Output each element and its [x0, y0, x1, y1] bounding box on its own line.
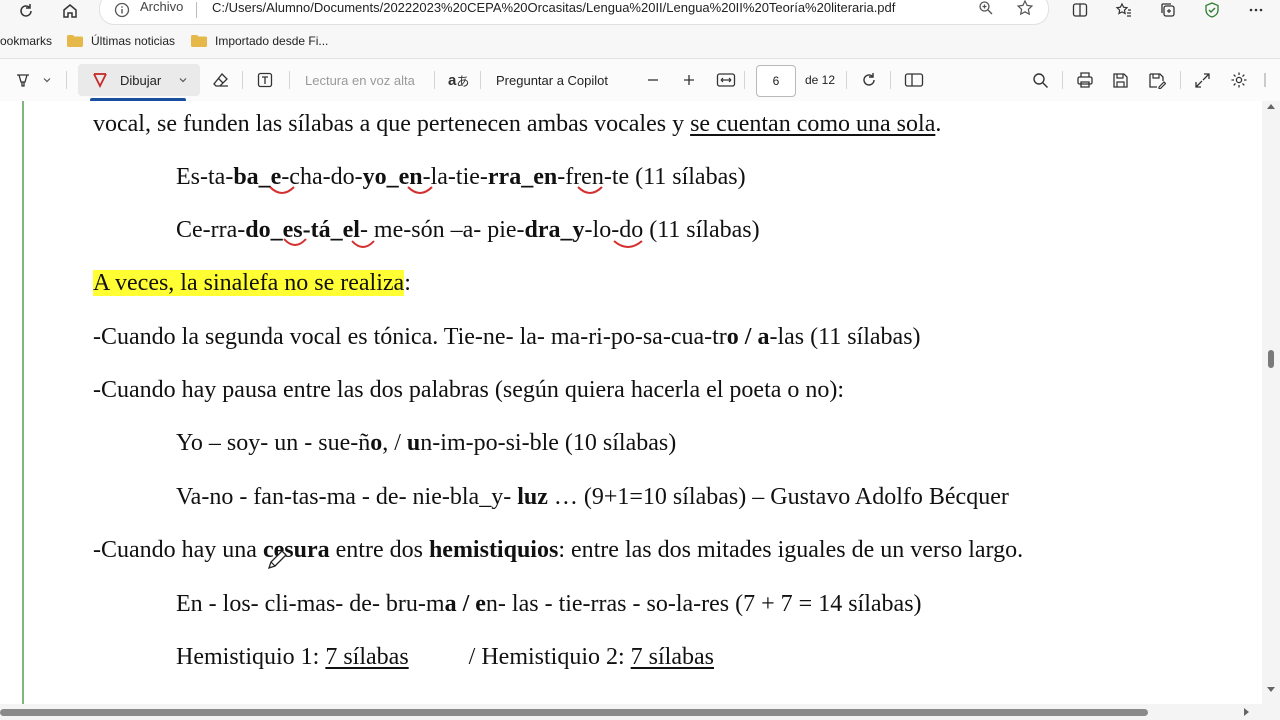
toolbar-overflow-icon[interactable] [1264, 59, 1272, 101]
home-icon[interactable] [56, 0, 84, 22]
vertical-scrollbar[interactable] [1262, 101, 1280, 704]
toolbar-divider [1180, 71, 1181, 89]
toolbar-divider [890, 71, 891, 89]
address-bar[interactable]: Archivo C:/Users/Alumno/Documents/202220… [100, 0, 1048, 24]
page-total-label: de 12 [805, 73, 836, 87]
save-as-icon[interactable] [1148, 59, 1166, 101]
bookmark-item-bookmarks[interactable]: ookmarks [0, 34, 52, 48]
bookmarks-bar: ookmarks Últimas noticias Importado desd… [0, 28, 1280, 59]
scrollbar-corner [1262, 704, 1280, 720]
toolbar-divider [744, 71, 745, 89]
ink-annotations [269, 186, 643, 248]
draw-pen-icon [92, 59, 108, 101]
address-bar-row: Archivo C:/Users/Alumno/Documents/202220… [0, 0, 1280, 28]
toolbar-divider [242, 71, 243, 89]
toolbar-divider [66, 71, 67, 89]
more-menu-icon[interactable] [1242, 0, 1270, 20]
page-view-icon[interactable] [904, 59, 924, 101]
info-icon[interactable] [114, 2, 130, 23]
ink-mark [269, 186, 295, 194]
fit-width-icon[interactable] [716, 59, 736, 101]
refresh-icon[interactable] [12, 0, 40, 22]
toolbar-divider [1062, 71, 1063, 89]
scroll-down-icon[interactable] [1267, 687, 1275, 693]
favorite-star-icon[interactable] [1016, 0, 1034, 22]
favorites-icon[interactable] [1110, 0, 1138, 20]
ink-mark [577, 186, 603, 194]
draw-label[interactable]: Dibujar [120, 59, 161, 101]
pdf-toolbar: Dibujar Lectura en voz alta aあ Preguntar… [0, 59, 1280, 102]
translate-icon[interactable]: aあ [448, 59, 469, 101]
toolbar-divider [289, 71, 290, 89]
ink-mark [351, 240, 375, 248]
pen-cursor-icon [267, 550, 287, 570]
toolbar-divider [846, 71, 847, 89]
browser-essentials-icon[interactable] [1198, 0, 1226, 20]
zoom-in-icon[interactable] [682, 59, 696, 101]
eraser-icon[interactable] [212, 59, 230, 101]
toolbar-divider [434, 71, 435, 89]
toolbar-divider [480, 71, 481, 89]
zoom-out-icon[interactable] [646, 59, 660, 101]
scroll-right-icon[interactable] [1244, 708, 1250, 716]
settings-gear-icon[interactable] [1230, 59, 1248, 101]
bookmark-item-importado[interactable]: Importado desde Fi... [215, 34, 328, 48]
horizontal-scrollbar[interactable] [0, 704, 1262, 720]
fullscreen-icon[interactable] [1194, 59, 1211, 101]
ink-mark [407, 186, 433, 194]
divider [196, 2, 197, 18]
scroll-up-icon[interactable] [1267, 103, 1275, 109]
vertical-scroll-thumb[interactable] [1268, 350, 1274, 368]
ink-mark [283, 238, 307, 246]
ask-copilot-button[interactable]: Preguntar a Copilot [496, 59, 608, 101]
read-aloud-button[interactable]: Lectura en voz alta [305, 59, 415, 101]
archivo-label: Archivo [140, 0, 184, 14]
folder-icon [67, 35, 83, 47]
page-number-input[interactable]: 6 [756, 65, 796, 97]
bookmark-item-ultimas-noticias[interactable]: Últimas noticias [91, 34, 175, 48]
url-text[interactable]: C:/Users/Alumno/Documents/20222023%20CEP… [212, 0, 895, 15]
ink-mark [613, 240, 643, 248]
pdf-document-view[interactable]: vocal, se funden las sílabas a que perte… [0, 101, 1262, 704]
add-text-icon[interactable] [256, 59, 274, 101]
save-icon[interactable] [1112, 59, 1129, 101]
split-screen-icon[interactable] [1066, 0, 1094, 20]
collections-icon[interactable] [1154, 0, 1182, 20]
horizontal-scroll-thumb[interactable] [0, 709, 1148, 716]
print-icon[interactable] [1076, 59, 1094, 101]
highlight-icon[interactable] [14, 59, 32, 101]
draw-dropdown-icon[interactable] [178, 59, 188, 101]
zoom-icon[interactable] [978, 0, 994, 21]
search-icon[interactable] [1032, 59, 1049, 101]
highlight-dropdown-icon[interactable] [42, 59, 52, 101]
rotate-icon[interactable] [860, 59, 878, 101]
folder-icon [191, 35, 207, 47]
